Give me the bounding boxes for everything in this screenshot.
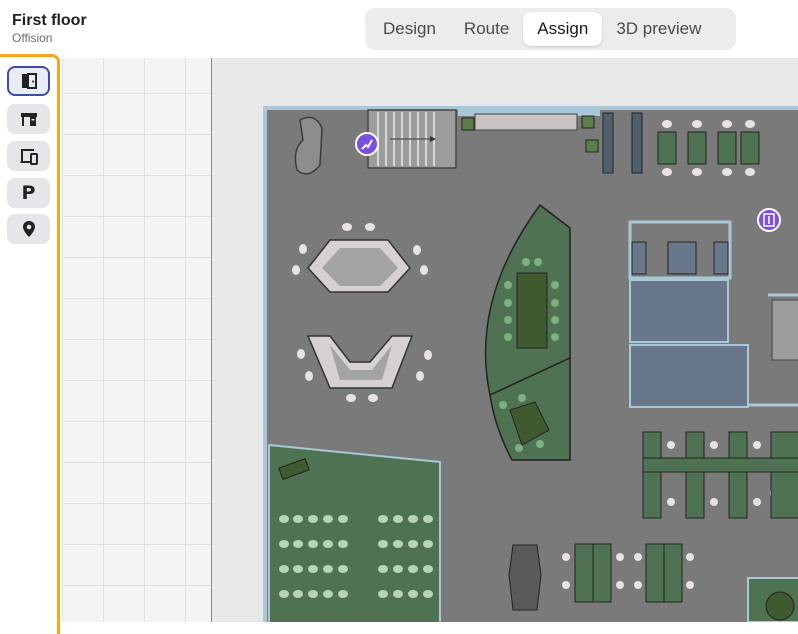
tool-parking-button[interactable]: P <box>7 178 50 208</box>
header-bar: First floor Offision Design Route Assign… <box>0 0 798 58</box>
tool-devices-button[interactable] <box>7 141 50 171</box>
training-room <box>268 443 441 622</box>
location-pin-icon <box>22 221 35 237</box>
tab-3d-preview[interactable]: 3D preview <box>602 12 715 46</box>
floor-plan-canvas[interactable] <box>62 58 798 622</box>
tab-assign[interactable]: Assign <box>523 12 603 46</box>
building-subtitle: Offision <box>12 31 53 45</box>
tool-desks-button[interactable] <box>7 104 50 134</box>
tool-location-button[interactable] <box>7 214 50 244</box>
mode-tabs: Design Route Assign 3D preview <box>365 8 736 50</box>
floor-plan <box>263 106 798 622</box>
desk-icon <box>20 113 37 126</box>
parking-icon: P <box>21 182 36 204</box>
floor-title: First floor <box>12 12 87 29</box>
assign-toolbar: P <box>0 54 62 634</box>
stairs <box>367 109 457 169</box>
room-door-icon <box>21 73 37 89</box>
tab-design[interactable]: Design <box>369 12 450 46</box>
tab-route[interactable]: Route <box>450 12 523 46</box>
elevator-marker-icon[interactable] <box>757 208 781 232</box>
stairs-marker-icon[interactable] <box>355 132 379 156</box>
devices-icon <box>20 149 38 165</box>
tool-rooms-button[interactable] <box>7 66 50 96</box>
